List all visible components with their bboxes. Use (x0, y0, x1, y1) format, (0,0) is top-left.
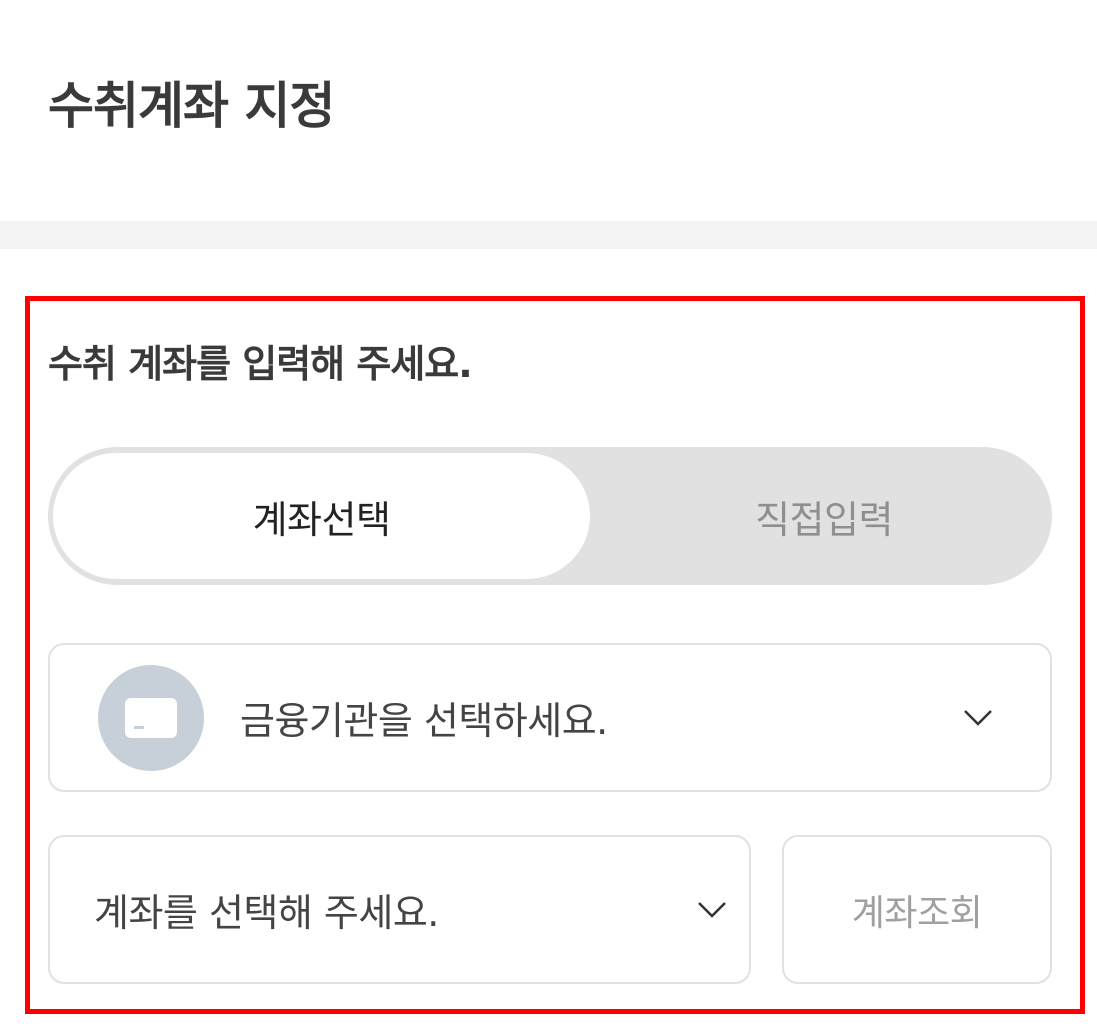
tab-account-select[interactable]: 계좌선택 (53, 453, 590, 579)
tab-direct-input[interactable]: 직접입력 (596, 447, 1052, 585)
account-input-toggle: 계좌선택 직접입력 (48, 447, 1052, 585)
section-divider (0, 221, 1097, 249)
account-select-placeholder: 계좌를 선택해 주세요. (94, 891, 439, 935)
bank-select-dropdown[interactable]: 금융기관을 선택하세요. (48, 643, 1052, 792)
account-lookup-button[interactable]: 계좌조회 (782, 835, 1052, 984)
account-select-dropdown[interactable]: 계좌를 선택해 주세요. (48, 835, 751, 984)
page-title: 수취계좌 지정 (48, 77, 335, 135)
chevron-down-icon (964, 710, 992, 726)
bank-select-placeholder: 금융기관을 선택하세요. (240, 699, 608, 743)
chevron-down-icon (698, 902, 726, 918)
bank-card-icon (98, 665, 204, 771)
section-heading: 수취 계좌를 입력해 주세요. (48, 342, 473, 386)
